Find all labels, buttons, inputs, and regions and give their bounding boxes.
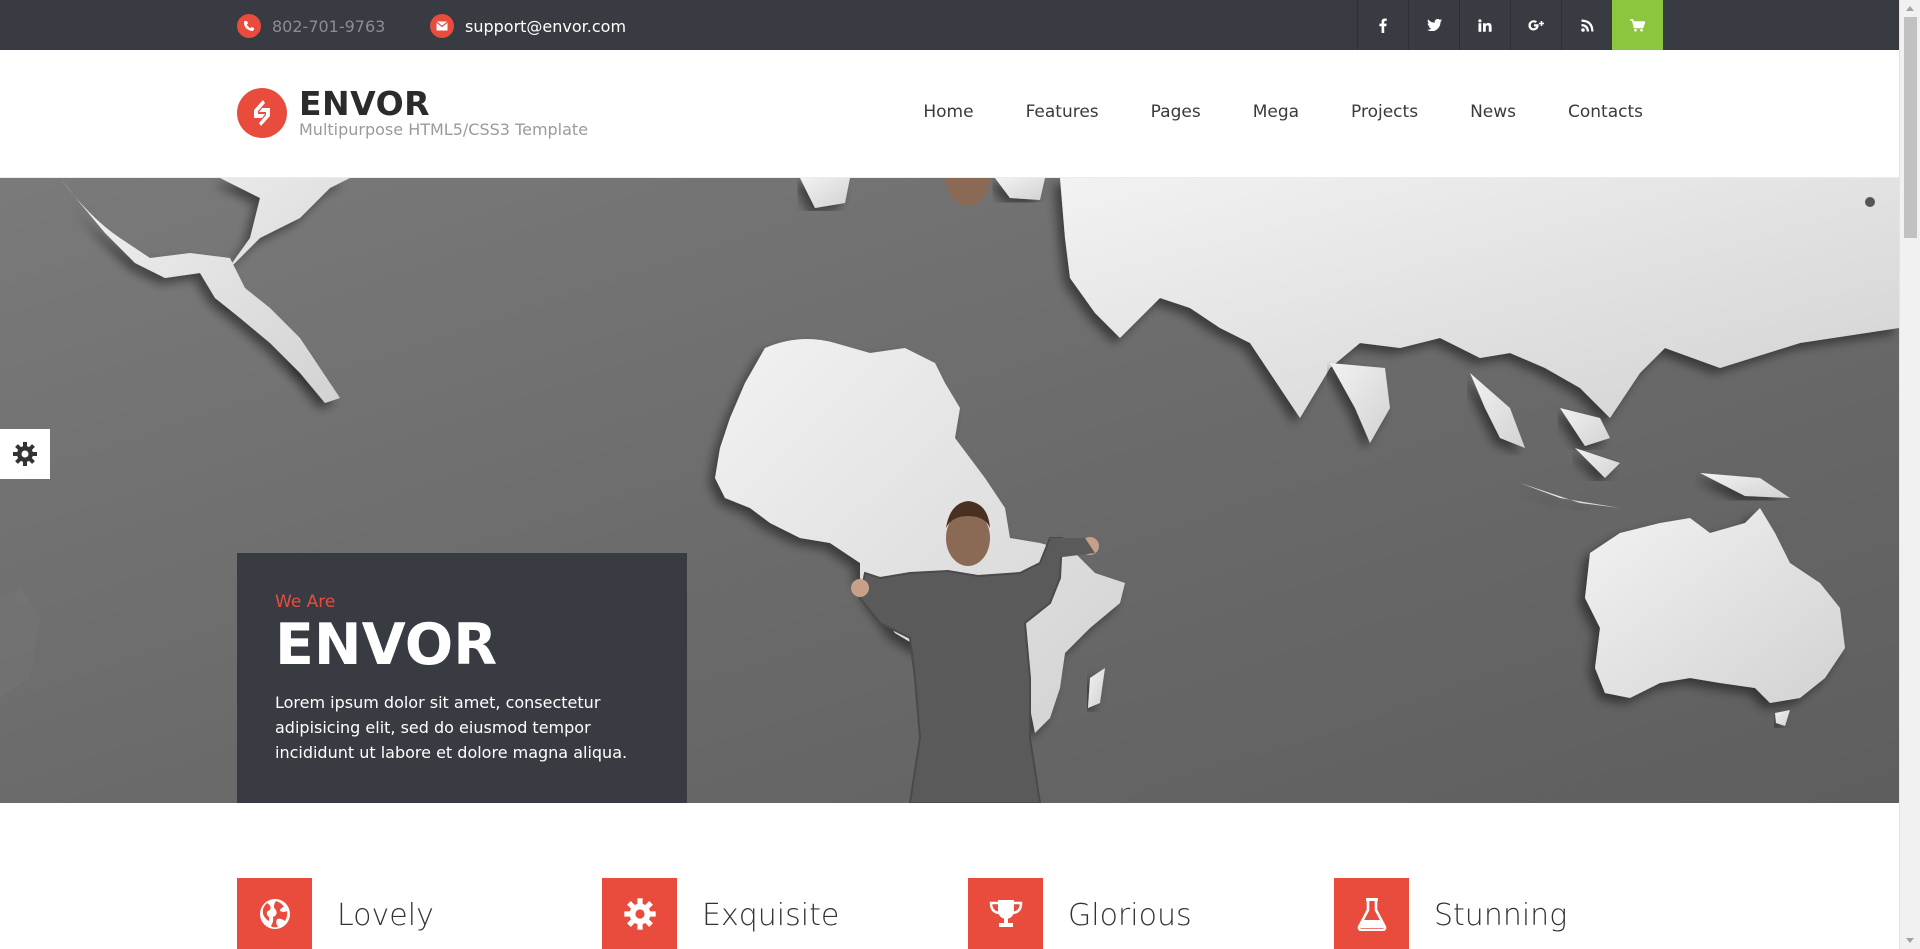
feature-glorious[interactable]: Glorious xyxy=(968,878,1192,949)
globe-icon xyxy=(237,878,312,949)
social-links xyxy=(1357,0,1663,50)
nav-item-projects[interactable]: Projects xyxy=(1351,102,1418,122)
top-bar: 802-701-9763 support@envor.com xyxy=(0,0,1899,50)
scroll-thumb[interactable] xyxy=(1904,17,1917,238)
cart-icon[interactable] xyxy=(1612,0,1663,50)
gear-icon xyxy=(12,441,38,467)
feature-lovely[interactable]: Lovely xyxy=(237,878,434,949)
feature-label: Exquisite xyxy=(702,898,840,933)
hero-caption: We Are ENVOR Lorem ipsum dolor sit amet,… xyxy=(237,553,687,803)
linkedin-icon[interactable] xyxy=(1459,0,1510,50)
main-nav: Home Features Pages Mega Projects News C… xyxy=(871,102,1643,122)
trophy-icon xyxy=(968,878,1043,949)
feature-label: Glorious xyxy=(1068,898,1192,933)
settings-toggle[interactable] xyxy=(0,429,50,479)
google-plus-icon[interactable] xyxy=(1510,0,1561,50)
logo-icon[interactable] xyxy=(237,88,287,138)
twitter-icon[interactable] xyxy=(1408,0,1459,50)
feature-label: Lovely xyxy=(337,898,434,933)
nav-item-mega[interactable]: Mega xyxy=(1253,102,1299,122)
hero-text: Lorem ipsum dolor sit amet, consectetur … xyxy=(275,693,628,762)
flask-icon xyxy=(1334,878,1409,949)
nav-item-contacts[interactable]: Contacts xyxy=(1568,102,1643,122)
email-address[interactable]: support@envor.com xyxy=(465,17,626,36)
site-header: ENVOR Multipurpose HTML5/CSS3 Template H… xyxy=(0,50,1899,178)
envelope-icon xyxy=(430,14,454,38)
hero-pretitle: We Are xyxy=(275,592,336,612)
phone-number: 802-701-9763 xyxy=(272,16,386,36)
brand-tagline: Multipurpose HTML5/CSS3 Template xyxy=(299,120,589,139)
rss-icon[interactable] xyxy=(1561,0,1612,50)
email-contact[interactable]: support@envor.com xyxy=(430,14,626,38)
feature-label: Stunning xyxy=(1434,898,1568,933)
nav-item-home[interactable]: Home xyxy=(923,102,973,122)
nav-item-features[interactable]: Features xyxy=(1026,102,1099,122)
page-scrollbar[interactable] xyxy=(1899,0,1920,949)
nav-item-pages[interactable]: Pages xyxy=(1151,102,1201,122)
brand-title[interactable]: ENVOR xyxy=(299,84,430,123)
phone-icon xyxy=(237,14,261,38)
phone-contact: 802-701-9763 xyxy=(237,14,385,38)
nav-item-news[interactable]: News xyxy=(1470,102,1516,122)
scroll-up-icon[interactable] xyxy=(1906,6,1914,11)
hero-title: ENVOR xyxy=(275,612,498,678)
feature-stunning[interactable]: Stunning xyxy=(1334,878,1567,949)
feature-exquisite[interactable]: Exquisite xyxy=(602,878,839,949)
facebook-icon[interactable] xyxy=(1357,0,1408,50)
gear-icon xyxy=(602,878,677,949)
scroll-down-icon[interactable] xyxy=(1906,938,1914,943)
